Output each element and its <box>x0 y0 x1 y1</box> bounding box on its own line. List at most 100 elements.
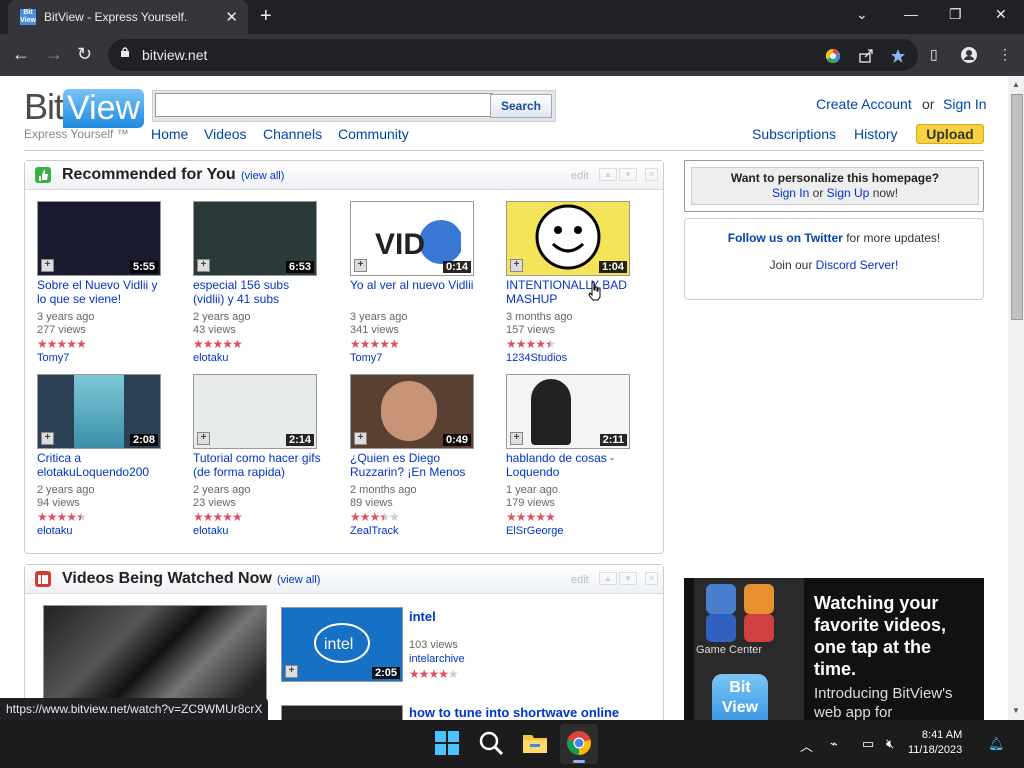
move-down-icon[interactable]: ▼ <box>619 572 637 585</box>
close-box-icon[interactable]: ✕ <box>645 168 658 181</box>
system-clock[interactable]: 8:41 AM 11/18/2023 <box>908 728 962 758</box>
video-title-link[interactable]: intel <box>409 609 436 624</box>
volume-muted-icon[interactable]: 🔇︎ <box>886 736 894 752</box>
close-window-icon[interactable]: ✕ <box>995 6 1007 23</box>
recommended-view-all[interactable]: (view all) <box>241 170 284 182</box>
video-thumbnail[interactable]: +6:53 <box>193 201 317 276</box>
video-title-link[interactable]: Tutorial como hacer gifs (de forma rapid… <box>193 451 323 479</box>
video-duration: 6:53 <box>285 261 314 273</box>
video-title-link[interactable]: INTENTIONALLY BAD MASHUP <box>506 278 636 306</box>
search-button[interactable]: Search <box>490 94 552 118</box>
app-icon <box>706 584 736 614</box>
add-to-queue-icon[interactable]: + <box>510 432 523 445</box>
video-title-link[interactable]: how to tune into shortwave online <box>409 705 619 720</box>
display-icon[interactable]: ▭ <box>862 736 874 752</box>
video-user-link[interactable]: elotaku <box>193 525 228 537</box>
video-user-link[interactable]: Tomy7 <box>37 352 69 364</box>
video-user-link[interactable]: ElSrGeorge <box>506 525 563 537</box>
scroll-up-icon[interactable]: ▲ <box>1012 80 1020 89</box>
move-down-icon[interactable]: ▼ <box>619 168 637 181</box>
scrollbar-thumb[interactable] <box>1011 94 1023 320</box>
video-user-link[interactable]: intelarchive <box>409 653 465 665</box>
bookmark-star-icon[interactable] <box>890 48 906 64</box>
profile-icon[interactable] <box>961 47 977 63</box>
tab-search-icon[interactable]: ⌄ <box>856 6 868 23</box>
browser-tab[interactable]: Bit View BitView - Express Yourself. ✕ <box>8 0 248 34</box>
address-bar[interactable]: bitview.net <box>108 39 918 71</box>
video-thumbnail[interactable]: intel + 2:05 <box>281 607 403 682</box>
video-thumbnail[interactable]: +1:04 <box>506 201 630 276</box>
video-thumbnail[interactable]: +2:14 <box>193 374 317 449</box>
video-title-link[interactable]: Sobre el Nuevo Vidlii y lo que se viene! <box>37 278 167 306</box>
watching-edit-link[interactable]: edit <box>571 574 589 586</box>
video-thumbnail[interactable] <box>281 705 403 720</box>
watching-view-all[interactable]: (view all) <box>277 574 320 586</box>
add-to-queue-icon[interactable]: + <box>510 259 523 272</box>
nav-community[interactable]: Community <box>338 126 409 142</box>
add-to-queue-icon[interactable]: + <box>41 432 54 445</box>
menu-icon[interactable]: ⋮ <box>998 46 1012 63</box>
history-link[interactable]: History <box>854 126 898 142</box>
video-title-link[interactable]: Critica a elotakuLoquendo200 <box>37 451 167 479</box>
maximize-icon[interactable]: ❐ <box>949 6 962 23</box>
video-title-link[interactable]: ¿Quien es Diego Ruzzarin? ¡En Menos <box>350 451 480 479</box>
forward-icon[interactable]: → <box>45 44 63 65</box>
share-icon[interactable] <box>858 48 874 64</box>
add-to-queue-icon[interactable]: + <box>41 259 54 272</box>
close-tab-icon[interactable]: ✕ <box>225 8 238 26</box>
recommended-edit-link[interactable]: edit <box>571 170 589 182</box>
video-user-link[interactable]: elotaku <box>37 525 72 537</box>
video-user-link[interactable]: elotaku <box>193 352 228 364</box>
video-thumbnail[interactable]: +2:11 <box>506 374 630 449</box>
video-thumbnail[interactable]: +0:49 <box>350 374 474 449</box>
ad-phone-image: Game Center Bit View <box>694 578 804 720</box>
add-to-queue-icon[interactable]: + <box>354 432 367 445</box>
move-up-icon[interactable]: ▲ <box>599 168 617 181</box>
video-user-link[interactable]: Tomy7 <box>350 352 382 364</box>
nav-videos[interactable]: Videos <box>204 126 247 142</box>
discord-link[interactable]: Discord Server! <box>816 258 899 272</box>
webapp-ad-banner[interactable]: Game Center Bit View Watching your favor… <box>684 578 984 720</box>
windows-start-icon[interactable] <box>434 730 460 756</box>
side-panel-icon[interactable]: ▯ <box>930 46 938 63</box>
video-thumbnail[interactable]: VID +0:14 <box>350 201 474 276</box>
watching-icon <box>35 571 51 587</box>
add-to-queue-icon[interactable]: + <box>197 432 210 445</box>
file-explorer-icon[interactable] <box>522 730 548 756</box>
google-lens-icon[interactable] <box>825 48 841 64</box>
scroll-down-icon[interactable]: ▼ <box>1012 706 1020 715</box>
add-to-queue-icon[interactable]: + <box>197 259 210 272</box>
video-title-link[interactable]: Yo al ver al nuevo Vidlii <box>350 278 480 306</box>
sidebar-sign-in-link[interactable]: Sign In <box>772 186 809 200</box>
subscriptions-link[interactable]: Subscriptions <box>752 126 836 142</box>
notification-bell-icon[interactable]: 🔔︎ <box>988 736 1005 752</box>
upload-button[interactable]: Upload <box>916 124 984 144</box>
minimize-icon[interactable]: — <box>904 6 918 22</box>
video-thumbnail[interactable]: +2:08 <box>37 374 161 449</box>
reload-icon[interactable]: ↻ <box>77 44 92 65</box>
add-to-queue-icon[interactable]: + <box>285 665 298 678</box>
nav-home[interactable]: Home <box>151 126 188 142</box>
video-title-link[interactable]: hablando de cosas - Loquendo <box>506 451 636 479</box>
sidebar-sign-up-link[interactable]: Sign Up <box>827 186 870 200</box>
video-thumbnail[interactable]: +5:55 <box>37 201 161 276</box>
bitview-logo[interactable]: Bit View <box>24 86 145 128</box>
new-tab-icon[interactable]: + <box>260 5 272 28</box>
back-icon[interactable]: ← <box>12 44 30 65</box>
sign-in-link[interactable]: Sign In <box>943 96 987 112</box>
create-account-link[interactable]: Create Account <box>816 96 912 112</box>
page-scrollbar[interactable]: ▲ ▼ <box>1008 76 1024 720</box>
close-box-icon[interactable]: ✕ <box>645 572 658 585</box>
search-icon[interactable] <box>478 730 504 756</box>
add-to-queue-icon[interactable]: + <box>354 259 367 272</box>
twitter-link[interactable]: Follow us on Twitter <box>728 231 843 245</box>
search-input[interactable] <box>155 93 493 117</box>
video-user-link[interactable]: 1234Studios <box>506 352 567 364</box>
tray-overflow-icon[interactable]: ︿ <box>800 736 813 755</box>
video-user-link[interactable]: ZealTrack <box>350 525 399 537</box>
network-off-icon[interactable]: ⌁ <box>830 736 838 752</box>
chrome-taskbar-button[interactable] <box>560 724 598 764</box>
nav-channels[interactable]: Channels <box>263 126 322 142</box>
video-title-link[interactable]: especial 156 subs (vidlii) y 41 subs <box>193 278 323 306</box>
move-up-icon[interactable]: ▲ <box>599 572 617 585</box>
